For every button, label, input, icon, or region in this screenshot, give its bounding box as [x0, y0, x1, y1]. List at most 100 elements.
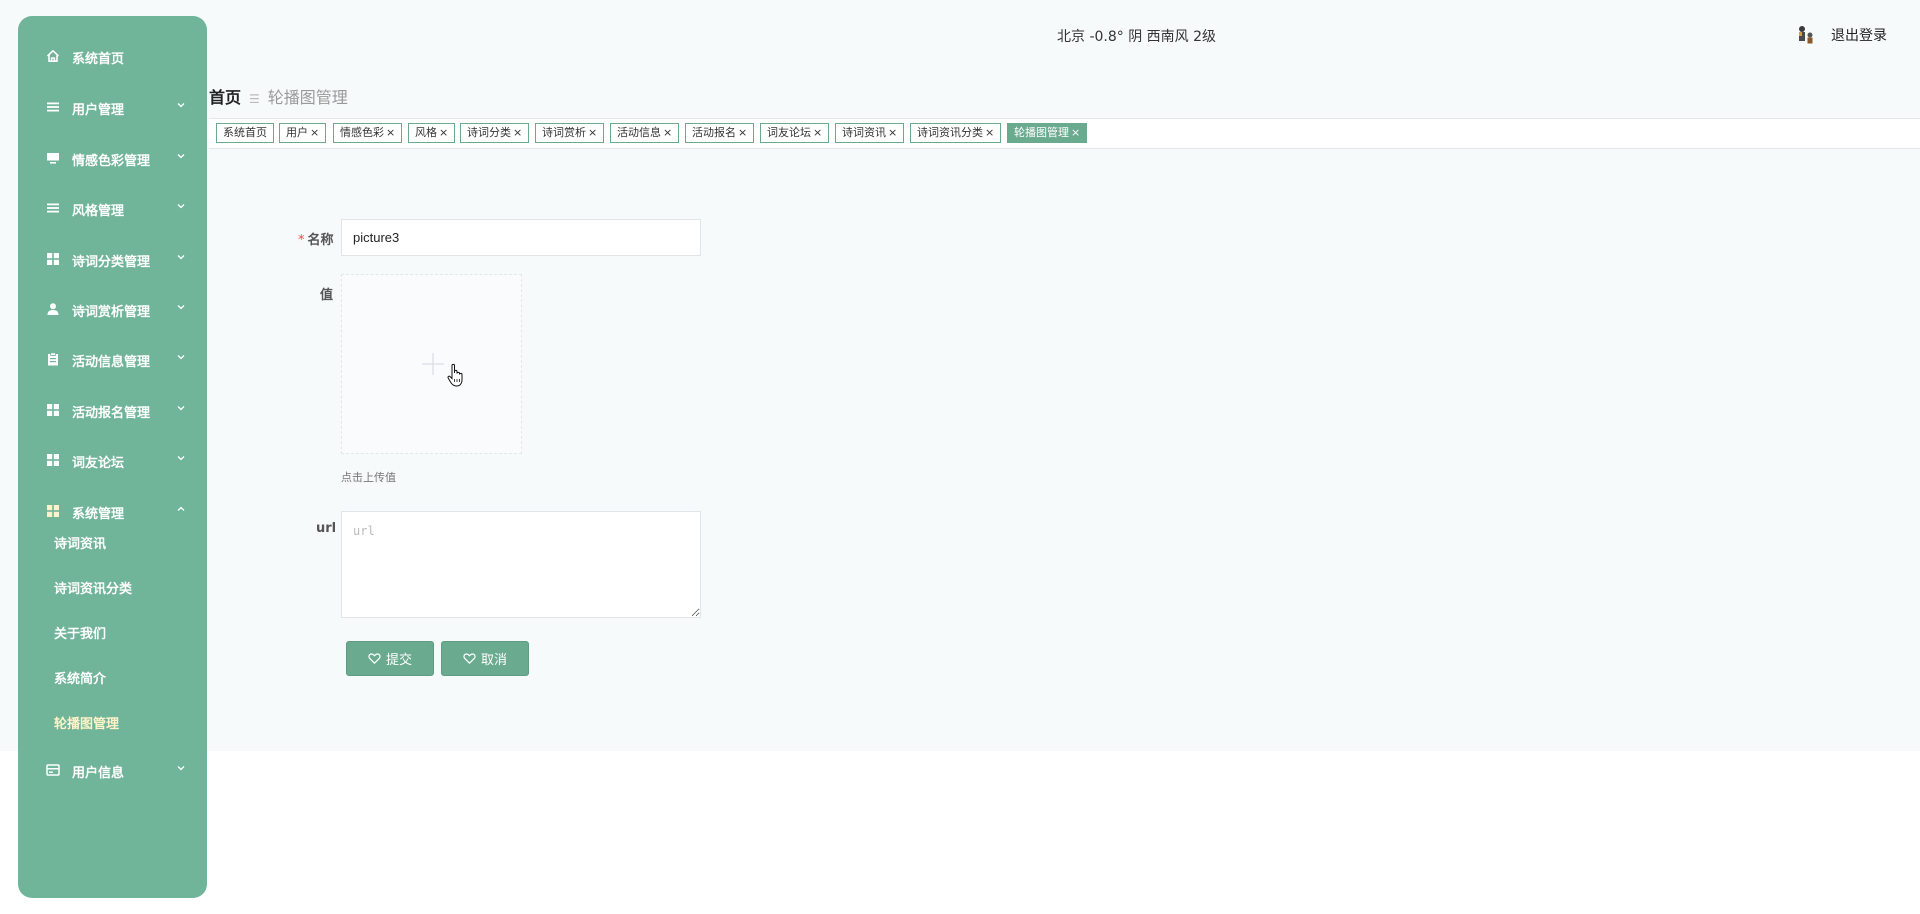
tag-label: 活动信息: [617, 126, 661, 139]
chevron-down-icon: [177, 355, 185, 360]
name-label-text: 名称: [307, 233, 334, 248]
list-icon: [47, 203, 59, 213]
sidebar-item-poem-appreciation[interactable]: 诗词赏析管理: [18, 294, 207, 324]
sidebar-item-label: 风格管理: [72, 204, 125, 219]
sidebar-item-label: 用户信息: [72, 766, 125, 781]
cancel-label: 取消: [480, 653, 507, 668]
tag-label: 诗词赏析: [542, 126, 586, 139]
sidebar-sub-item-system-intro[interactable]: 系统简介: [54, 668, 106, 692]
sidebar-item-label: 活动信息管理: [72, 355, 151, 370]
sidebar-sub-item-poem-news[interactable]: 诗词资讯: [54, 533, 106, 557]
tags-bar: 系统首页 用户 × 情感色彩 × 风格 × 诗词分类 × 诗词赏析 × 活动信息 × 活动报…: [209, 118, 1920, 149]
tag-poem-news[interactable]: 诗词资讯 ×: [835, 123, 905, 143]
tag-label: 风格: [415, 126, 437, 139]
sidebar-item-poem-category[interactable]: 诗词分类管理: [18, 244, 207, 274]
tag-poem-category[interactable]: 诗词分类 ×: [460, 123, 530, 143]
chevron-down-icon: [177, 204, 185, 209]
sidebar-sub-item-carousel[interactable]: 轮播图管理: [54, 713, 119, 737]
chevron-up-icon: [177, 506, 185, 511]
heart-icon: [463, 653, 476, 664]
sidebar-item-style[interactable]: 风格管理: [18, 193, 207, 223]
tag-forum[interactable]: 词友论坛 ×: [760, 123, 830, 143]
chevron-down-icon: [177, 766, 185, 771]
submit-label: 提交: [385, 653, 412, 668]
tag-style[interactable]: 风格 ×: [408, 123, 456, 143]
tag-label: 轮播图管理: [1014, 126, 1069, 139]
tag-label: 活动报名: [692, 126, 736, 139]
tag-label: 诗词资讯: [842, 126, 886, 139]
grid-icon: [47, 505, 59, 517]
clipboard-icon: [48, 352, 58, 366]
sidebar-item-label: 诗词分类管理: [72, 255, 151, 270]
home-icon: [46, 50, 60, 62]
main-background: [0, 0, 1920, 751]
chevron-down-icon: [177, 406, 185, 411]
tag-home[interactable]: 系统首页: [216, 123, 274, 143]
breadcrumb: 首页 ☰ 轮播图管理: [209, 84, 348, 108]
close-icon[interactable]: ×: [663, 126, 672, 139]
close-icon[interactable]: ×: [985, 126, 994, 139]
list-icon: [47, 102, 59, 112]
sidebar-item-label: 系统管理: [72, 507, 125, 522]
url-textarea[interactable]: [341, 511, 701, 618]
tag-carousel[interactable]: 轮播图管理 ×: [1007, 123, 1088, 143]
sidebar-item-label: 系统首页: [72, 52, 125, 67]
heart-icon: [368, 653, 381, 664]
card-icon: [46, 764, 60, 776]
name-input[interactable]: [341, 219, 701, 256]
grid-icon: [47, 454, 59, 466]
upload-hint: 点击上传值: [341, 471, 396, 484]
tag-user[interactable]: 用户 ×: [279, 123, 327, 143]
close-icon[interactable]: ×: [588, 126, 597, 139]
sidebar-item-activity-info[interactable]: 活动信息管理: [18, 344, 207, 374]
required-icon: *: [298, 233, 305, 248]
name-label: * 名称: [298, 229, 334, 248]
close-icon[interactable]: ×: [1071, 126, 1080, 139]
breadcrumb-current: 轮播图管理: [267, 88, 348, 107]
close-icon[interactable]: ×: [738, 126, 747, 139]
sidebar-item-label: 词友论坛: [72, 456, 125, 471]
cancel-button[interactable]: 取消: [441, 641, 529, 676]
weather-info: 北京 -0.8° 阴 西南风 2级: [1057, 29, 1217, 45]
tag-poem-news-category[interactable]: 诗词资讯分类 ×: [910, 123, 1002, 143]
tag-activity-info[interactable]: 活动信息 ×: [610, 123, 680, 143]
close-icon[interactable]: ×: [439, 126, 448, 139]
monitor-icon: [47, 153, 59, 164]
sidebar-item-system[interactable]: 系统管理: [18, 496, 207, 526]
grid-icon: [47, 404, 59, 416]
logout-button[interactable]: 退出登录: [1831, 25, 1887, 45]
tag-activity-signup[interactable]: 活动报名 ×: [685, 123, 755, 143]
breadcrumb-separator-icon: ☰: [249, 92, 260, 106]
sidebar-item-label: 用户管理: [72, 103, 125, 118]
plus-icon: [422, 353, 444, 375]
sidebar-item-activity-signup[interactable]: 活动报名管理: [18, 395, 207, 425]
tag-poem-appreciation[interactable]: 诗词赏析 ×: [535, 123, 605, 143]
sidebar-item-label: 活动报名管理: [72, 406, 151, 421]
sidebar-sub-item-about-us[interactable]: 关于我们: [54, 623, 106, 647]
hand-cursor-icon: [447, 363, 463, 387]
sidebar-item-emotion-color[interactable]: 情感色彩管理: [18, 143, 207, 173]
sidebar: 系统首页 用户管理 情感色彩管理 风格管理 诗词分类管理 诗词赏析管理 活动信息…: [18, 16, 207, 898]
close-icon[interactable]: ×: [888, 126, 897, 139]
close-icon[interactable]: ×: [310, 126, 319, 139]
close-icon[interactable]: ×: [386, 126, 395, 139]
user-icon: [47, 303, 59, 315]
image-uploader[interactable]: [341, 274, 522, 454]
chevron-down-icon: [177, 305, 185, 310]
breadcrumb-home[interactable]: 首页: [209, 88, 241, 107]
sidebar-sub-item-poem-news-category[interactable]: 诗词资讯分类: [54, 578, 132, 602]
chevron-down-icon: [177, 103, 185, 108]
sidebar-item-label: 诗词赏析管理: [72, 305, 151, 320]
chevron-down-icon: [177, 255, 185, 260]
sidebar-item-user-info[interactable]: 用户信息: [18, 755, 207, 785]
tag-label: 词友论坛: [767, 126, 811, 139]
sidebar-item-forum[interactable]: 词友论坛: [18, 445, 207, 475]
sidebar-item-user-management[interactable]: 用户管理: [18, 92, 207, 122]
sidebar-item-home[interactable]: 系统首页: [18, 41, 207, 71]
tag-emotion-color[interactable]: 情感色彩 ×: [333, 123, 403, 143]
tag-label: 用户: [286, 126, 308, 139]
close-icon[interactable]: ×: [513, 126, 522, 139]
close-icon[interactable]: ×: [813, 126, 822, 139]
chevron-down-icon: [177, 456, 185, 461]
submit-button[interactable]: 提交: [346, 641, 434, 676]
